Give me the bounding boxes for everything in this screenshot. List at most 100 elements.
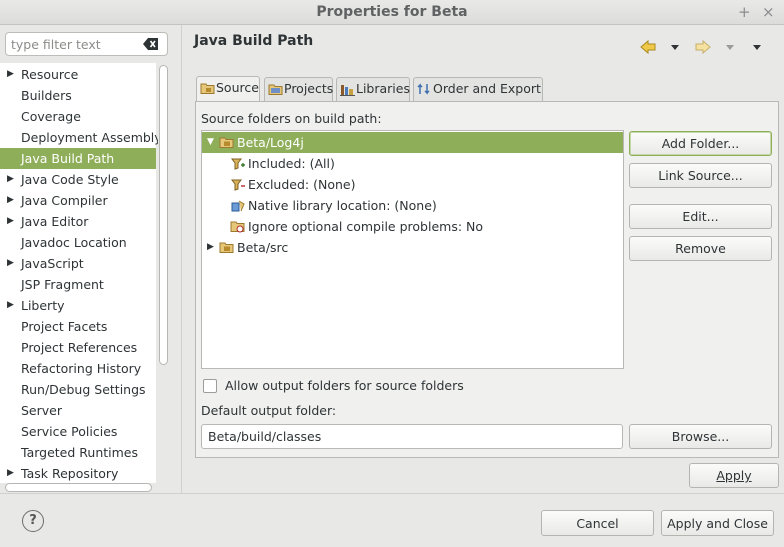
default-output-folder-label: Default output folder: xyxy=(201,403,337,418)
clear-filter-icon[interactable] xyxy=(143,37,159,51)
projects-icon xyxy=(268,84,283,95)
tree-vertical-scrollbar[interactable] xyxy=(158,63,169,483)
filter-box xyxy=(5,32,168,56)
expand-arrow-icon[interactable]: ▶ xyxy=(7,253,14,274)
source-tree-label: Native library location: (None) xyxy=(248,198,437,213)
cancel-button[interactable]: Cancel xyxy=(541,510,654,536)
sidebar-item-label: Run/Debug Settings xyxy=(21,382,146,397)
filter-input[interactable] xyxy=(6,33,136,55)
pane-divider[interactable] xyxy=(181,25,182,493)
help-icon[interactable]: ? xyxy=(22,510,44,532)
apply-button-label: Apply xyxy=(716,468,752,483)
browse-button[interactable]: Browse... xyxy=(629,424,772,449)
add-folder-button[interactable]: Add Folder... xyxy=(629,131,772,156)
tab-projects[interactable]: Projects xyxy=(264,77,333,102)
expand-arrow-icon[interactable]: ▶ xyxy=(7,190,14,211)
sidebar-item-label: Refactoring History xyxy=(21,361,142,376)
source-tree-label: Ignore optional compile problems: No xyxy=(248,219,484,234)
sidebar-item-label: Java Compiler xyxy=(21,193,108,208)
tab-source[interactable]: Source xyxy=(196,76,260,103)
sidebar-item[interactable]: Java Build Path xyxy=(0,148,156,169)
sidebar-item-label: Resource xyxy=(21,67,79,82)
sidebar-item[interactable]: ▶ Java Editor xyxy=(0,211,156,232)
sidebar-item-label: Builders xyxy=(21,88,72,103)
sidebar-item[interactable]: ▶ JavaScript xyxy=(0,253,156,274)
sidebar-item-label: Coverage xyxy=(21,109,81,124)
source-tree-row[interactable]: Included: (All) xyxy=(202,153,623,174)
link-source-button[interactable]: Link Source... xyxy=(629,163,772,188)
sidebar-item-label: Project Facets xyxy=(21,319,108,334)
back-arrow-icon[interactable] xyxy=(640,38,656,56)
allow-output-folders-label[interactable]: Allow output folders for source folders xyxy=(225,378,464,393)
apply-button[interactable]: Apply xyxy=(689,463,779,488)
view-menu-chevron-icon[interactable] xyxy=(752,38,762,56)
tab-order-and-export[interactable]: Order and Export xyxy=(413,77,543,102)
source-tree-row[interactable]: ▶ Beta/src xyxy=(202,237,623,258)
sidebar-item[interactable]: ▶ Java Compiler xyxy=(0,190,156,211)
sidebar-item[interactable]: Refactoring History xyxy=(0,358,156,379)
sidebar-item[interactable]: ▶ Liberty xyxy=(0,295,156,316)
sidebar-item[interactable]: Builders xyxy=(0,85,156,106)
source-folders-tree: ▼ Beta/Log4j Included: (All) Excluded: (Non… xyxy=(201,130,624,369)
maximize-icon[interactable]: + xyxy=(738,0,751,25)
exclusion-filter-icon xyxy=(231,179,245,191)
source-tree-row[interactable]: Native library location: (None) xyxy=(202,195,623,216)
edit-button[interactable]: Edit... xyxy=(629,204,772,229)
source-tree-row[interactable]: Excluded: (None) xyxy=(202,174,623,195)
expand-arrow-icon[interactable]: ▶ xyxy=(7,64,14,85)
remove-button[interactable]: Remove xyxy=(629,236,772,261)
sidebar-item[interactable]: Server xyxy=(0,400,156,421)
expand-arrow-icon[interactable]: ▶ xyxy=(207,237,214,258)
sidebar-item[interactable]: JSP Fragment xyxy=(0,274,156,295)
native-library-icon xyxy=(231,200,245,212)
forward-menu-chevron-icon[interactable] xyxy=(725,38,735,56)
sidebar-item-label: Server xyxy=(21,403,62,418)
sidebar-item[interactable]: Service Policies xyxy=(0,421,156,442)
scrollbar-thumb[interactable] xyxy=(159,65,168,365)
apply-and-close-button[interactable]: Apply and Close xyxy=(661,510,774,536)
properties-tree: ▶ Resource Builders Coverage Deployment Asse… xyxy=(0,63,162,484)
sidebar-item-label: Javadoc Location xyxy=(21,235,127,250)
sidebar-item[interactable]: Project References xyxy=(0,337,156,358)
source-tree-label: Beta/src xyxy=(237,240,289,255)
page-title: Java Build Path xyxy=(194,33,314,49)
sidebar-item-label: Java Build Path xyxy=(21,151,115,166)
sidebar-item[interactable]: ▶ Resource xyxy=(0,64,156,85)
default-output-folder-field[interactable]: Beta/build/classes xyxy=(201,424,623,449)
order-export-icon xyxy=(417,83,430,95)
sidebar-item[interactable]: Project Facets xyxy=(0,316,156,337)
forward-arrow-icon[interactable] xyxy=(695,38,711,56)
expand-arrow-icon[interactable]: ▶ xyxy=(7,169,14,190)
back-menu-chevron-icon[interactable] xyxy=(670,38,680,56)
sidebar-item-label: Deployment Assembly xyxy=(21,130,162,145)
expand-arrow-icon[interactable]: ▶ xyxy=(7,211,14,232)
close-icon[interactable]: × xyxy=(762,0,775,25)
sidebar-item[interactable]: Javadoc Location xyxy=(0,232,156,253)
sidebar-item[interactable]: Run/Debug Settings xyxy=(0,379,156,400)
sidebar-item-label: Task Repository xyxy=(21,466,119,481)
sidebar-item[interactable]: ▶ Java Code Style xyxy=(0,169,156,190)
sidebar-item[interactable]: ▶ Task Repository xyxy=(0,463,156,484)
tree-horizontal-scrollbar[interactable] xyxy=(5,483,152,492)
collapse-arrow-icon[interactable]: ▼ xyxy=(207,132,214,153)
ignore-problems-icon xyxy=(230,221,245,233)
sidebar-item-label: JSP Fragment xyxy=(21,277,104,292)
source-tree-label: Excluded: (None) xyxy=(248,177,356,192)
source-tree-row[interactable]: ▼ Beta/Log4j xyxy=(202,132,623,153)
sidebar-item[interactable]: Coverage xyxy=(0,106,156,127)
sidebar-item-label: Service Policies xyxy=(21,424,118,439)
left-pane: ▶ Resource Builders Coverage Deployment Asse… xyxy=(0,25,181,493)
allow-output-folders-checkbox[interactable] xyxy=(203,379,217,393)
source-folder-icon xyxy=(200,83,215,94)
sidebar-item[interactable]: Targeted Runtimes xyxy=(0,442,156,463)
package-folder-icon xyxy=(219,242,234,253)
sidebar-item-label: Targeted Runtimes xyxy=(21,445,138,460)
expand-arrow-icon[interactable]: ▶ xyxy=(7,463,14,484)
window-title: Properties for Beta xyxy=(316,4,468,20)
window-title-bar: Properties for Beta + × xyxy=(0,0,784,25)
sidebar-item-label: Liberty xyxy=(21,298,65,313)
expand-arrow-icon[interactable]: ▶ xyxy=(7,295,14,316)
sidebar-item[interactable]: Deployment Assembly xyxy=(0,127,162,148)
source-tree-row[interactable]: Ignore optional compile problems: No xyxy=(202,216,623,237)
tab-libraries[interactable]: Libraries xyxy=(336,77,410,102)
